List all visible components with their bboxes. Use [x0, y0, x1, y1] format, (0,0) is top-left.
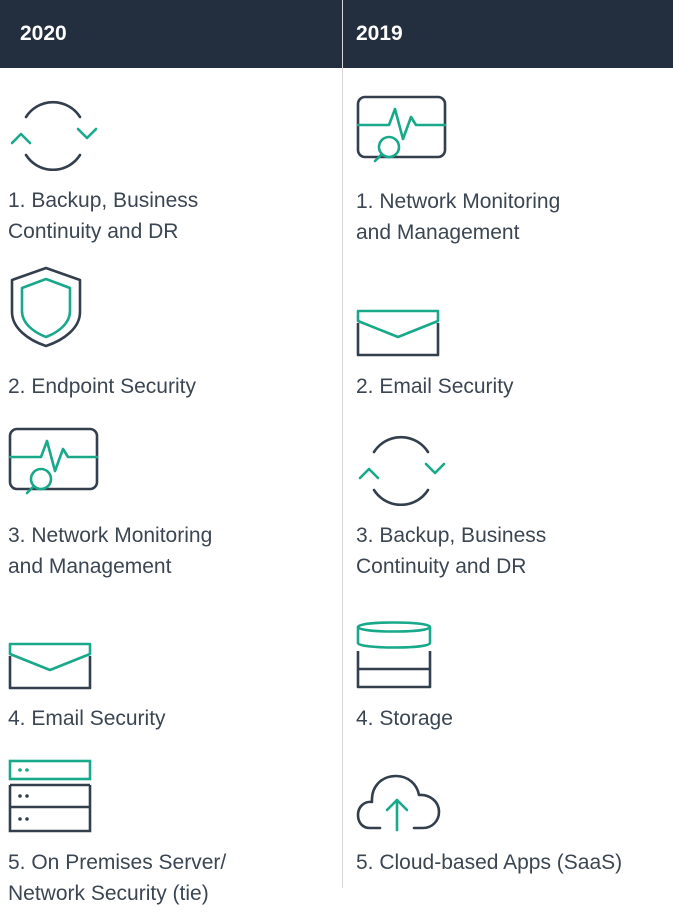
- envelope-icon: [8, 642, 92, 690]
- column-header-2020: 2020: [20, 22, 67, 45]
- list-item-label: 1. Network Monitoring and Management: [356, 190, 561, 244]
- list-item-label: 5. On Premises Server/ Network Security …: [8, 851, 227, 905]
- list-item-label: 2. Endpoint Security: [8, 375, 196, 398]
- table-header: 2020 2019: [0, 0, 673, 68]
- sync-arrows-icon: [358, 435, 446, 506]
- cloud-upload-icon: [356, 774, 441, 832]
- list-item-label: 4. Email Security: [8, 707, 166, 730]
- envelope-icon: [356, 309, 440, 357]
- monitor-search-icon: [356, 95, 447, 163]
- server-rack-icon: [8, 759, 92, 833]
- list-item-label: 3. Network Monitoring and Management: [8, 524, 213, 578]
- shield-icon: [10, 266, 82, 348]
- list-item-label: 3. Backup, Business Continuity and DR: [356, 524, 547, 578]
- list-item-label: 2. Email Security: [356, 375, 514, 398]
- list-item-label: 5. Cloud-based Apps (SaaS): [356, 851, 623, 874]
- sync-arrows-icon: [10, 100, 98, 171]
- list-item-label: 1. Backup, Business Continuity and DR: [8, 189, 199, 243]
- column-divider: [342, 0, 343, 888]
- monitor-search-icon: [8, 427, 99, 495]
- column-header-2019: 2019: [356, 22, 403, 45]
- database-storage-icon: [356, 621, 432, 689]
- list-item-label: 4. Storage: [356, 707, 453, 730]
